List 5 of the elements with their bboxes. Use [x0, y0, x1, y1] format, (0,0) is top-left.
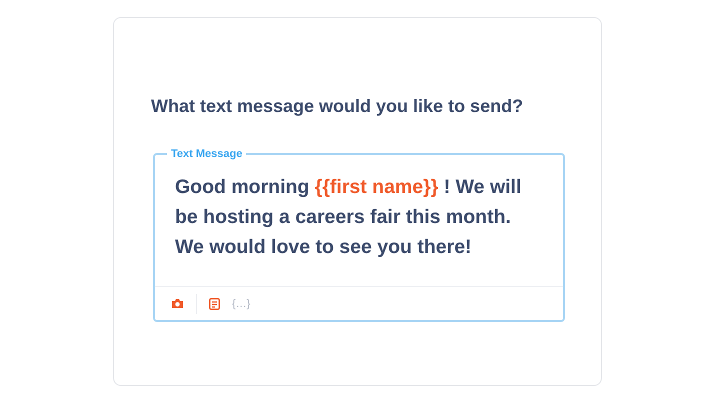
- camera-icon[interactable]: [171, 298, 184, 309]
- template-icon[interactable]: [209, 298, 220, 310]
- message-text: Good morning {{first name}} ! We will be hosting a careers fair this month. We would love to see you there!: [174, 175, 522, 260]
- question-heading: What text message would you like to send?: [151, 96, 524, 117]
- field-label: Text Message: [170, 147, 244, 161]
